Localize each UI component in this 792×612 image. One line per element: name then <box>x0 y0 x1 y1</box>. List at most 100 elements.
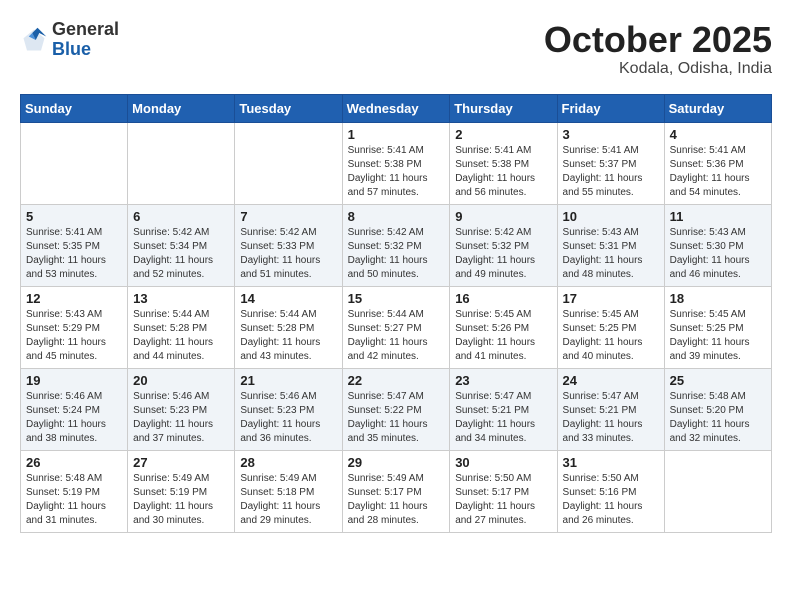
day-number: 6 <box>133 209 229 224</box>
calendar-week-row: 5 Sunrise: 5:41 AM Sunset: 5:35 PM Daylig… <box>21 204 772 286</box>
day-number: 28 <box>240 455 336 470</box>
day-info: Sunrise: 5:44 AM Sunset: 5:28 PM Dayligh… <box>240 308 336 364</box>
logo-general: General <box>52 20 119 40</box>
day-info: Sunrise: 5:44 AM Sunset: 5:27 PM Dayligh… <box>348 308 445 364</box>
day-info: Sunrise: 5:45 AM Sunset: 5:25 PM Dayligh… <box>670 308 766 364</box>
day-info: Sunrise: 5:49 AM Sunset: 5:17 PM Dayligh… <box>348 472 445 528</box>
day-info: Sunrise: 5:43 AM Sunset: 5:29 PM Dayligh… <box>26 308 122 364</box>
location: Kodala, Odisha, India <box>544 60 772 78</box>
day-number: 23 <box>455 373 551 388</box>
day-number: 5 <box>26 209 122 224</box>
day-info: Sunrise: 5:45 AM Sunset: 5:26 PM Dayligh… <box>455 308 551 364</box>
table-row: 18 Sunrise: 5:45 AM Sunset: 5:25 PM Dayli… <box>664 286 771 368</box>
calendar-week-row: 12Sunrise: 5:43 AM Sunset: 5:29 PM Dayli… <box>21 286 772 368</box>
day-number: 21 <box>240 373 336 388</box>
table-row: 7 Sunrise: 5:42 AM Sunset: 5:33 PM Daylig… <box>235 204 342 286</box>
day-number: 25 <box>670 373 766 388</box>
col-tuesday: Tuesday <box>235 94 342 122</box>
day-info: Sunrise: 5:44 AM Sunset: 5:28 PM Dayligh… <box>133 308 229 364</box>
table-row: 21 Sunrise: 5:46 AM Sunset: 5:23 PM Dayli… <box>235 368 342 450</box>
day-number: 16 <box>455 291 551 306</box>
day-number: 27 <box>133 455 229 470</box>
table-row: 6 Sunrise: 5:42 AM Sunset: 5:34 PM Daylig… <box>128 204 235 286</box>
calendar-week-row: 26 Sunrise: 5:48 AM Sunset: 5:19 PM Dayli… <box>21 450 772 532</box>
day-info: Sunrise: 5:42 AM Sunset: 5:32 PM Dayligh… <box>455 226 551 282</box>
table-row: 13 Sunrise: 5:44 AM Sunset: 5:28 PM Dayli… <box>128 286 235 368</box>
table-row: 25Sunrise: 5:48 AM Sunset: 5:20 PM Dayli… <box>664 368 771 450</box>
day-number: 9 <box>455 209 551 224</box>
day-number: 8 <box>348 209 445 224</box>
day-number: 2 <box>455 127 551 142</box>
day-info: Sunrise: 5:49 AM Sunset: 5:18 PM Dayligh… <box>240 472 336 528</box>
table-row: 1Sunrise: 5:41 AM Sunset: 5:38 PM Daylig… <box>342 122 450 204</box>
logo-icon <box>20 26 48 54</box>
table-row: 31 Sunrise: 5:50 AM Sunset: 5:16 PM Dayli… <box>557 450 664 532</box>
table-row: 14Sunrise: 5:44 AM Sunset: 5:28 PM Dayli… <box>235 286 342 368</box>
col-thursday: Thursday <box>450 94 557 122</box>
day-number: 29 <box>348 455 445 470</box>
table-row <box>664 450 771 532</box>
day-number: 1 <box>348 127 445 142</box>
table-row: 4Sunrise: 5:41 AM Sunset: 5:36 PM Daylig… <box>664 122 771 204</box>
table-row: 9 Sunrise: 5:42 AM Sunset: 5:32 PM Daylig… <box>450 204 557 286</box>
day-number: 15 <box>348 291 445 306</box>
day-info: Sunrise: 5:47 AM Sunset: 5:22 PM Dayligh… <box>348 390 445 446</box>
col-wednesday: Wednesday <box>342 94 450 122</box>
day-number: 18 <box>670 291 766 306</box>
day-info: Sunrise: 5:43 AM Sunset: 5:30 PM Dayligh… <box>670 226 766 282</box>
table-row <box>21 122 128 204</box>
col-monday: Monday <box>128 94 235 122</box>
day-info: Sunrise: 5:41 AM Sunset: 5:37 PM Dayligh… <box>563 144 659 200</box>
calendar-table: Sunday Monday Tuesday Wednesday Thursday… <box>20 94 772 533</box>
table-row: 22 Sunrise: 5:47 AM Sunset: 5:22 PM Dayli… <box>342 368 450 450</box>
day-info: Sunrise: 5:50 AM Sunset: 5:17 PM Dayligh… <box>455 472 551 528</box>
table-row <box>128 122 235 204</box>
col-sunday: Sunday <box>21 94 128 122</box>
logo-blue: Blue <box>52 40 119 60</box>
day-info: Sunrise: 5:47 AM Sunset: 5:21 PM Dayligh… <box>563 390 659 446</box>
day-number: 10 <box>563 209 659 224</box>
day-number: 7 <box>240 209 336 224</box>
col-friday: Friday <box>557 94 664 122</box>
day-number: 31 <box>563 455 659 470</box>
table-row: 15 Sunrise: 5:44 AM Sunset: 5:27 PM Dayli… <box>342 286 450 368</box>
table-row: 8Sunrise: 5:42 AM Sunset: 5:32 PM Daylig… <box>342 204 450 286</box>
calendar-week-row: 1 Sunrise: 5:41 AM Sunset: 5:38 PM Daylig… <box>21 122 772 204</box>
day-number: 30 <box>455 455 551 470</box>
day-info: Sunrise: 5:41 AM Sunset: 5:38 PM Dayligh… <box>455 144 551 200</box>
day-info: Sunrise: 5:46 AM Sunset: 5:23 PM Dayligh… <box>133 390 229 446</box>
table-row: 23Sunrise: 5:47 AM Sunset: 5:21 PM Dayli… <box>450 368 557 450</box>
table-row: 26 Sunrise: 5:48 AM Sunset: 5:19 PM Dayli… <box>21 450 128 532</box>
table-row: 20Sunrise: 5:46 AM Sunset: 5:23 PM Dayli… <box>128 368 235 450</box>
table-row: 10 Sunrise: 5:43 AM Sunset: 5:31 PM Dayli… <box>557 204 664 286</box>
day-info: Sunrise: 5:48 AM Sunset: 5:19 PM Dayligh… <box>26 472 122 528</box>
table-row: 28 Sunrise: 5:49 AM Sunset: 5:18 PM Dayli… <box>235 450 342 532</box>
table-row: 29 Sunrise: 5:49 AM Sunset: 5:17 PM Dayli… <box>342 450 450 532</box>
table-row: 5 Sunrise: 5:41 AM Sunset: 5:35 PM Daylig… <box>21 204 128 286</box>
page-header: General Blue October 2025 Kodala, Odisha… <box>20 20 772 78</box>
logo-text: General Blue <box>52 20 119 60</box>
day-number: 11 <box>670 209 766 224</box>
day-number: 26 <box>26 455 122 470</box>
day-number: 13 <box>133 291 229 306</box>
table-row: 12Sunrise: 5:43 AM Sunset: 5:29 PM Dayli… <box>21 286 128 368</box>
day-info: Sunrise: 5:41 AM Sunset: 5:36 PM Dayligh… <box>670 144 766 200</box>
day-number: 17 <box>563 291 659 306</box>
day-number: 22 <box>348 373 445 388</box>
table-row: 3Sunrise: 5:41 AM Sunset: 5:37 PM Daylig… <box>557 122 664 204</box>
table-row: 24 Sunrise: 5:47 AM Sunset: 5:21 PM Dayli… <box>557 368 664 450</box>
day-number: 24 <box>563 373 659 388</box>
day-info: Sunrise: 5:41 AM Sunset: 5:35 PM Dayligh… <box>26 226 122 282</box>
day-info: Sunrise: 5:50 AM Sunset: 5:16 PM Dayligh… <box>563 472 659 528</box>
table-row: 17Sunrise: 5:45 AM Sunset: 5:25 PM Dayli… <box>557 286 664 368</box>
day-info: Sunrise: 5:42 AM Sunset: 5:33 PM Dayligh… <box>240 226 336 282</box>
table-row: 27Sunrise: 5:49 AM Sunset: 5:19 PM Dayli… <box>128 450 235 532</box>
table-row: 30 Sunrise: 5:50 AM Sunset: 5:17 PM Dayli… <box>450 450 557 532</box>
col-saturday: Saturday <box>664 94 771 122</box>
table-row: 2 Sunrise: 5:41 AM Sunset: 5:38 PM Daylig… <box>450 122 557 204</box>
table-row: 16 Sunrise: 5:45 AM Sunset: 5:26 PM Dayli… <box>450 286 557 368</box>
day-info: Sunrise: 5:42 AM Sunset: 5:34 PM Dayligh… <box>133 226 229 282</box>
day-info: Sunrise: 5:46 AM Sunset: 5:23 PM Dayligh… <box>240 390 336 446</box>
table-row <box>235 122 342 204</box>
day-info: Sunrise: 5:43 AM Sunset: 5:31 PM Dayligh… <box>563 226 659 282</box>
